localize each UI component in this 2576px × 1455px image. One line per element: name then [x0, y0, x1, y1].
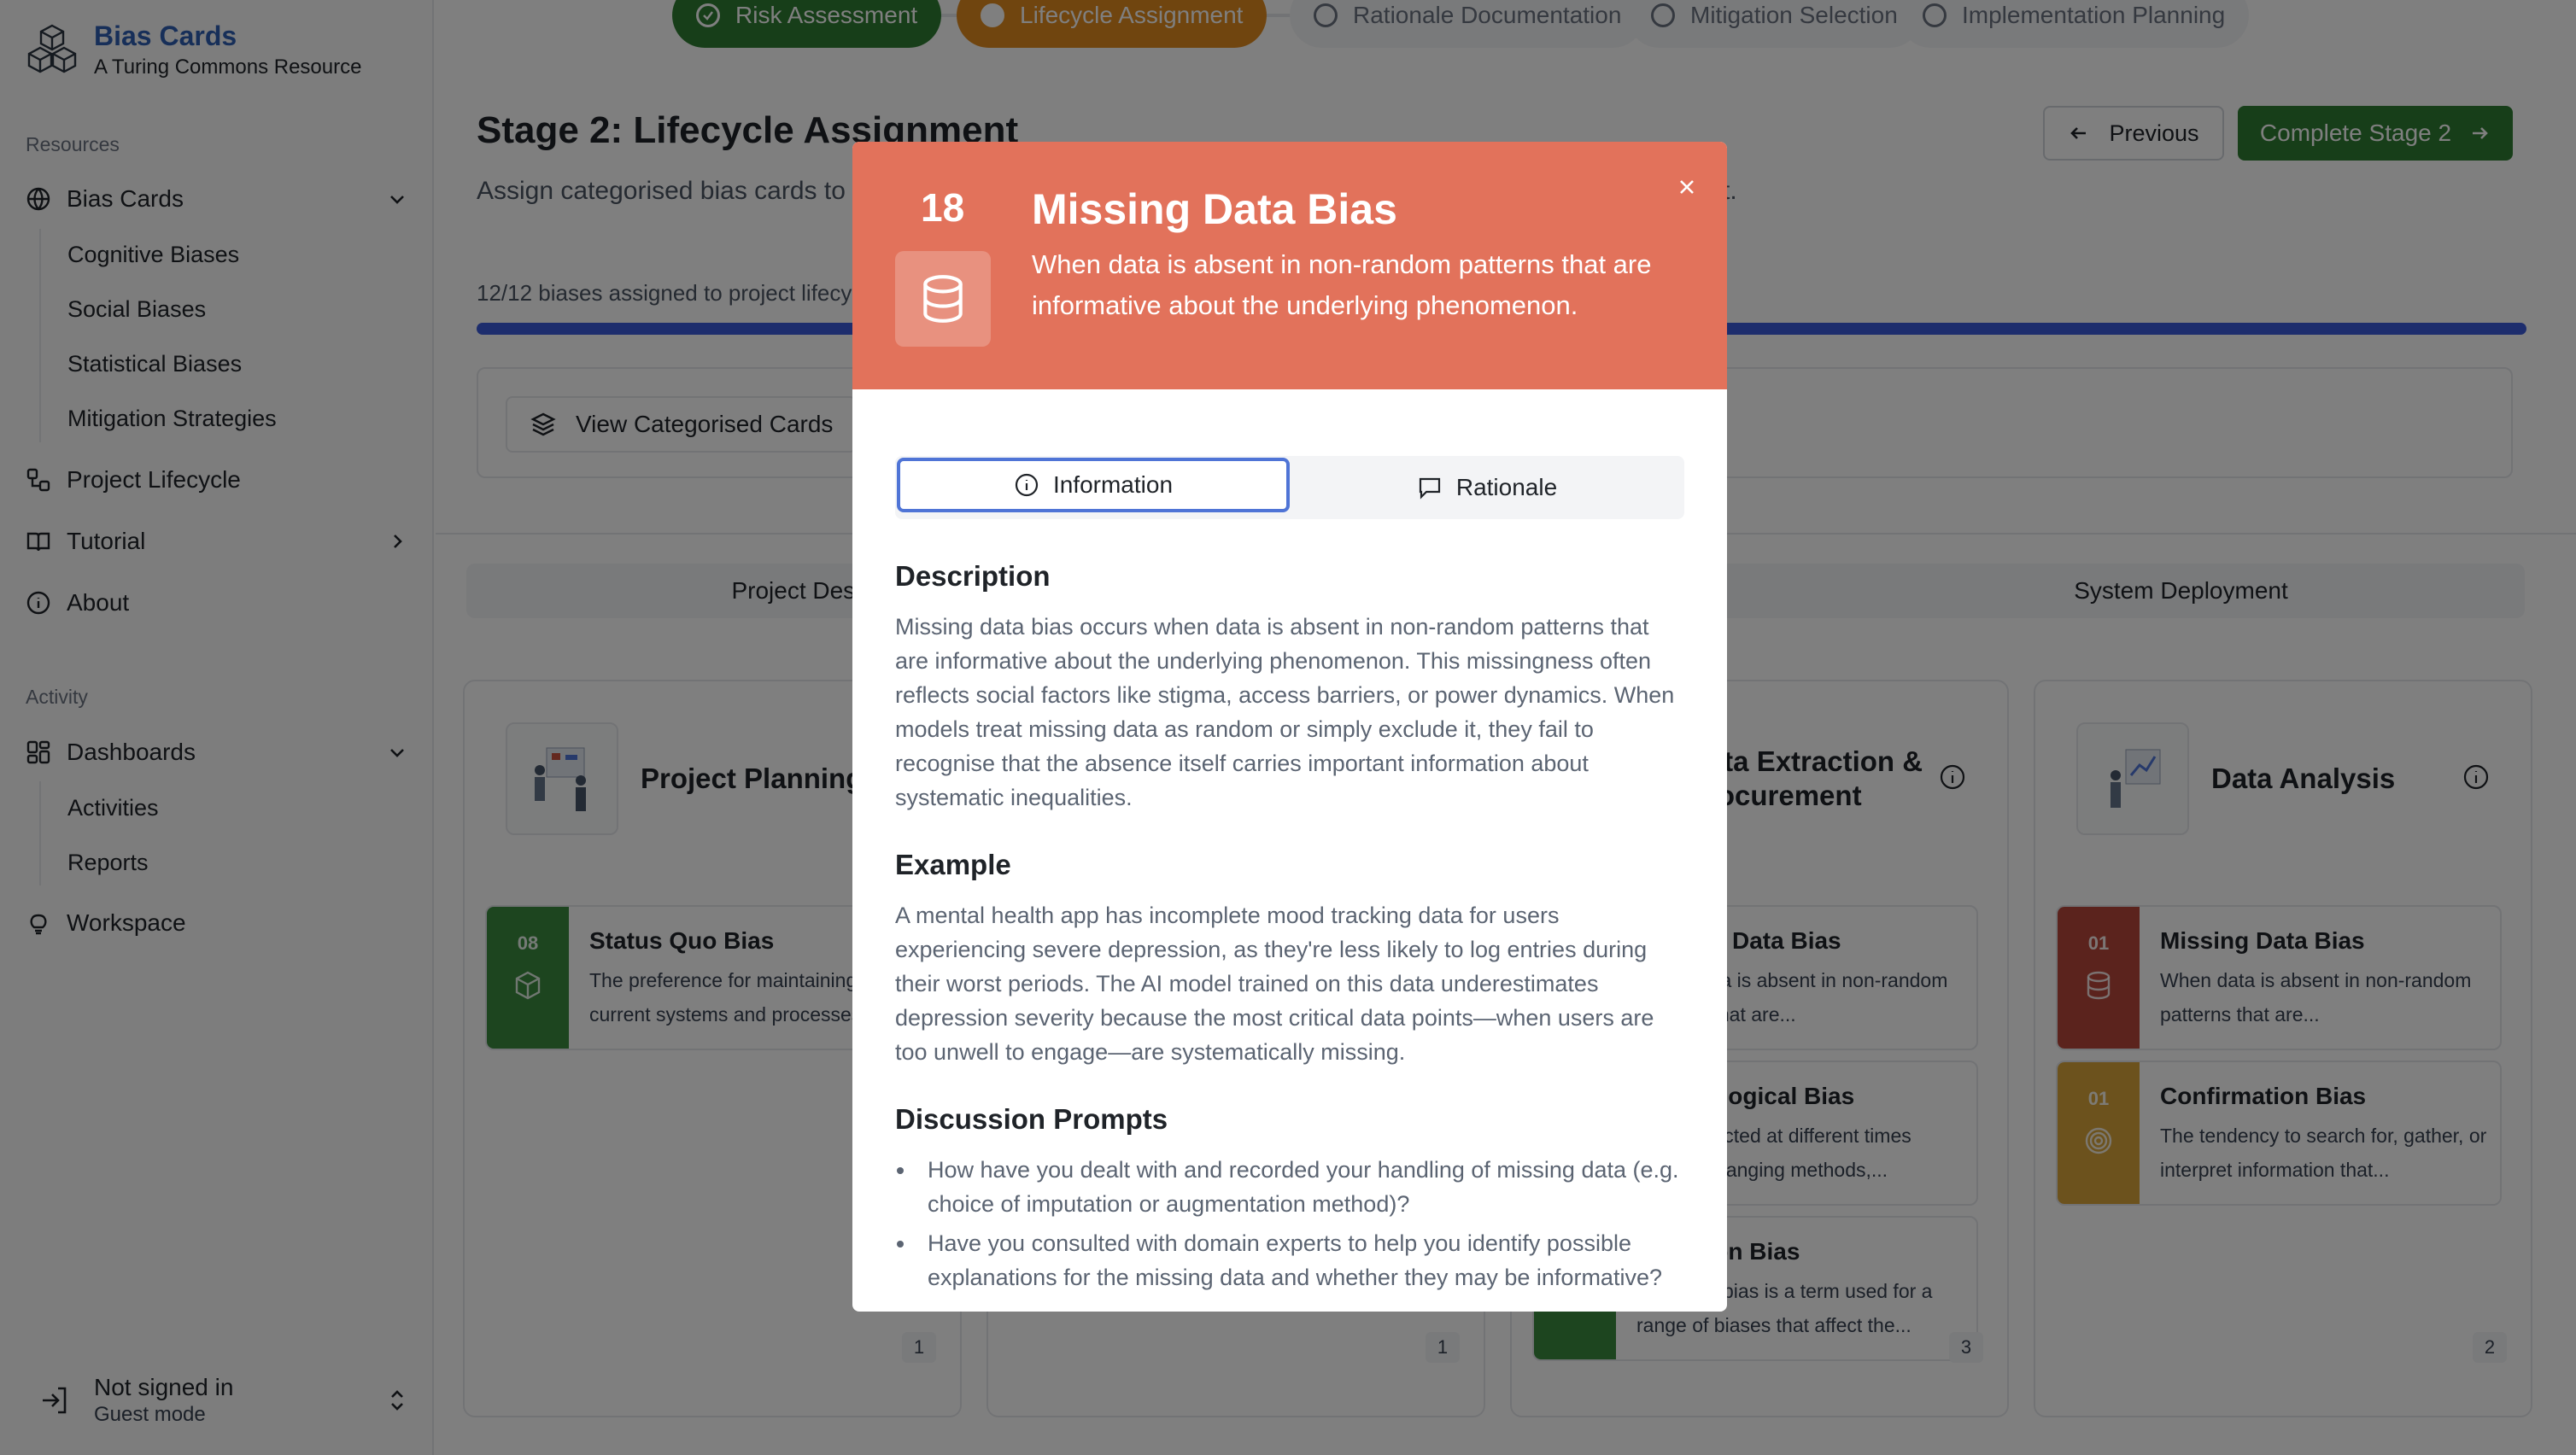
bias-detail-modal: 18 Missing Data Bias When data is absent…: [852, 142, 1727, 1312]
tab-rationale[interactable]: Rationale: [1290, 456, 1684, 519]
modal-subtitle: When data is absent in non-random patter…: [1032, 249, 1652, 320]
tab-information[interactable]: Information: [897, 458, 1290, 512]
example-heading: Example: [895, 849, 1011, 880]
modal-header: 18 Missing Data Bias When data is absent…: [852, 142, 1727, 389]
close-icon[interactable]: [1672, 172, 1701, 202]
modal-title: Missing Data Bias: [1032, 185, 1397, 233]
discussion-prompt: Have you consulted with domain experts t…: [895, 1226, 1684, 1294]
modal-body: Description Missing data bias occurs whe…: [895, 560, 1684, 1312]
message-square-icon: [1419, 477, 1440, 500]
modal-card-number: 18: [921, 185, 965, 230]
description-text: Missing data bias occurs when data is ab…: [895, 614, 1675, 810]
modal-tabs: Information Rationale: [895, 456, 1684, 519]
tab-label: Information: [1052, 471, 1174, 498]
database-icon: [923, 275, 963, 323]
discussion-prompts-list: How have you dealt with and recorded you…: [895, 1153, 1684, 1294]
example-text: A mental health app has incomplete mood …: [895, 903, 1654, 1065]
discussion-prompt: How have you dealt with and recorded you…: [895, 1153, 1684, 1221]
info-icon: [1015, 473, 1039, 497]
discussion-prompts-heading: Discussion Prompts: [895, 1103, 1168, 1135]
description-heading: Description: [895, 560, 1051, 592]
modal-icon-box: [895, 251, 991, 347]
tab-label: Rationale: [1455, 474, 1558, 500]
